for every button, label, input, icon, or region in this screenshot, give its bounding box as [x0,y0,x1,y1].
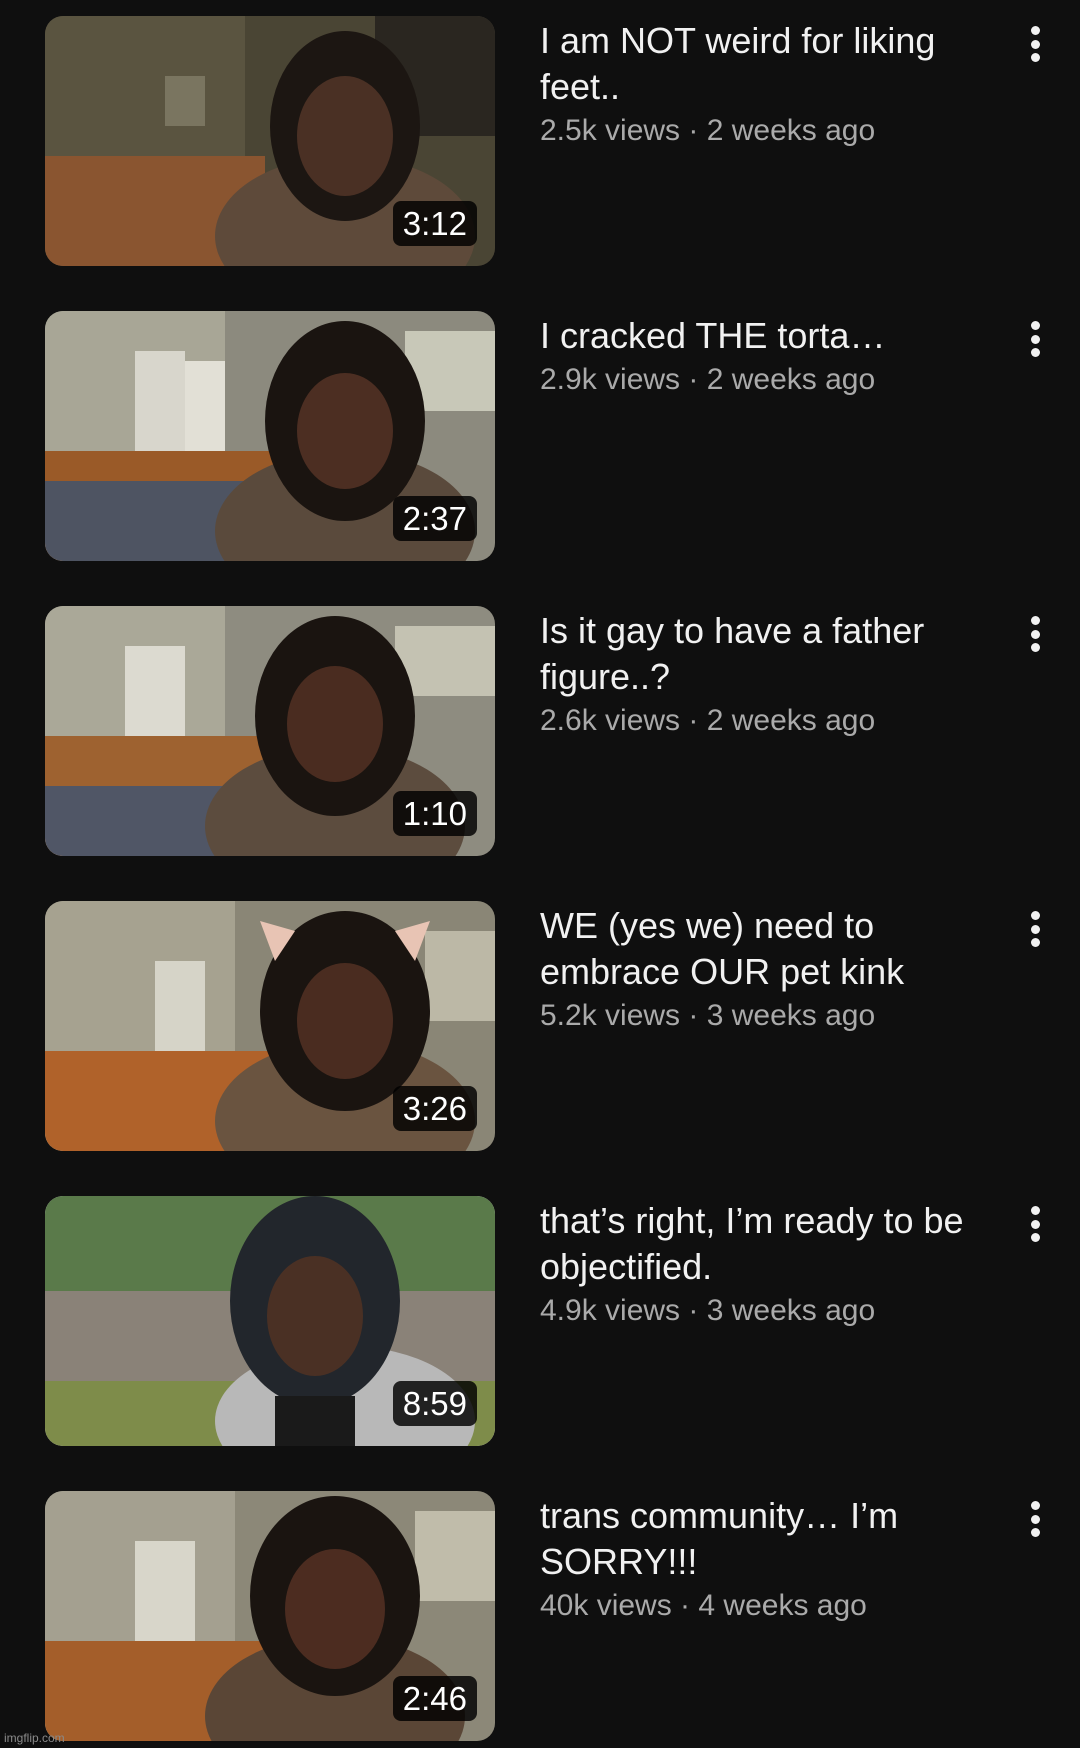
view-count: 2.5k views [540,114,681,147]
video-title[interactable]: I am NOT weird for liking feet.. [540,18,1010,110]
video-duration: 8:59 [392,1381,477,1426]
video-info: I cracked THE torta… 2.9k views · 2 week… [540,313,1010,401]
video-thumbnail[interactable]: 8:59 [45,1196,495,1446]
video-thumbnail[interactable]: 2:37 [45,311,495,561]
more-vert-icon[interactable] [1020,317,1050,361]
upload-age: 3 weeks ago [706,999,876,1032]
video-item[interactable]: 1:10 Is it gay to have a father figure..… [0,606,1080,856]
video-list: 3:12 I am NOT weird for liking feet.. 2.… [0,0,1080,1748]
video-meta: 2.5k views · 2 weeks ago [540,110,1010,152]
video-duration: 1:10 [392,791,477,836]
view-count: 4.9k views [540,1294,681,1327]
video-info: Is it gay to have a father figure..? 2.6… [540,608,1010,742]
meta-separator: · [680,704,707,737]
video-title[interactable]: Is it gay to have a father figure..? [540,608,1010,700]
video-item[interactable]: 3:26 WE (yes we) need to embrace OUR pet… [0,901,1080,1151]
more-vert-icon[interactable] [1020,612,1050,656]
upload-age: 4 weeks ago [698,1589,867,1622]
video-meta: 5.2k views · 3 weeks ago [540,995,1010,1037]
video-item[interactable]: 2:46 trans community… I’m SORRY!!! 40k v… [0,1491,1080,1741]
video-title[interactable]: trans community… I’m SORRY!!! [540,1493,1010,1585]
video-meta: 40k views · 4 weeks ago [540,1585,1010,1627]
video-info: I am NOT weird for liking feet.. 2.5k vi… [540,18,1010,152]
video-title[interactable]: WE (yes we) need to embrace OUR pet kink [540,903,1010,995]
video-duration: 3:12 [392,201,477,246]
video-duration: 2:37 [392,496,477,541]
meta-separator: · [671,1589,699,1622]
video-info: that’s right, I’m ready to be objectifie… [540,1198,1010,1332]
video-item[interactable]: 3:12 I am NOT weird for liking feet.. 2.… [0,16,1080,266]
more-vert-icon[interactable] [1020,1497,1050,1541]
upload-age: 2 weeks ago [706,363,876,396]
view-count: 2.6k views [540,704,681,737]
video-item[interactable]: 2:37 I cracked THE torta… 2.9k views · 2… [0,311,1080,561]
meta-separator: · [680,999,707,1032]
video-meta: 2.6k views · 2 weeks ago [540,700,1010,742]
video-meta: 4.9k views · 3 weeks ago [540,1290,1010,1332]
view-count: 2.9k views [540,363,681,396]
view-count: 5.2k views [540,999,681,1032]
video-meta: 2.9k views · 2 weeks ago [540,359,1010,401]
video-thumbnail[interactable]: 2:46 [45,1491,495,1741]
video-thumbnail[interactable]: 3:12 [45,16,495,266]
upload-age: 3 weeks ago [706,1294,876,1327]
upload-age: 2 weeks ago [706,704,876,737]
more-vert-icon[interactable] [1020,22,1050,66]
meta-separator: · [680,114,707,147]
video-title[interactable]: that’s right, I’m ready to be objectifie… [540,1198,1010,1290]
video-item[interactable]: 8:59 that’s right, I’m ready to be objec… [0,1196,1080,1446]
more-vert-icon[interactable] [1020,907,1050,951]
video-thumbnail[interactable]: 1:10 [45,606,495,856]
video-title[interactable]: I cracked THE torta… [540,313,1010,359]
more-vert-icon[interactable] [1020,1202,1050,1246]
video-info: WE (yes we) need to embrace OUR pet kink… [540,903,1010,1037]
upload-age: 2 weeks ago [706,114,876,147]
video-thumbnail[interactable]: 3:26 [45,901,495,1151]
watermark: imgflip.com [4,1731,65,1745]
view-count: 40k views [540,1589,672,1622]
meta-separator: · [680,1294,707,1327]
video-duration: 2:46 [392,1676,477,1721]
video-info: trans community… I’m SORRY!!! 40k views … [540,1493,1010,1627]
video-duration: 3:26 [392,1086,477,1131]
meta-separator: · [680,363,707,396]
